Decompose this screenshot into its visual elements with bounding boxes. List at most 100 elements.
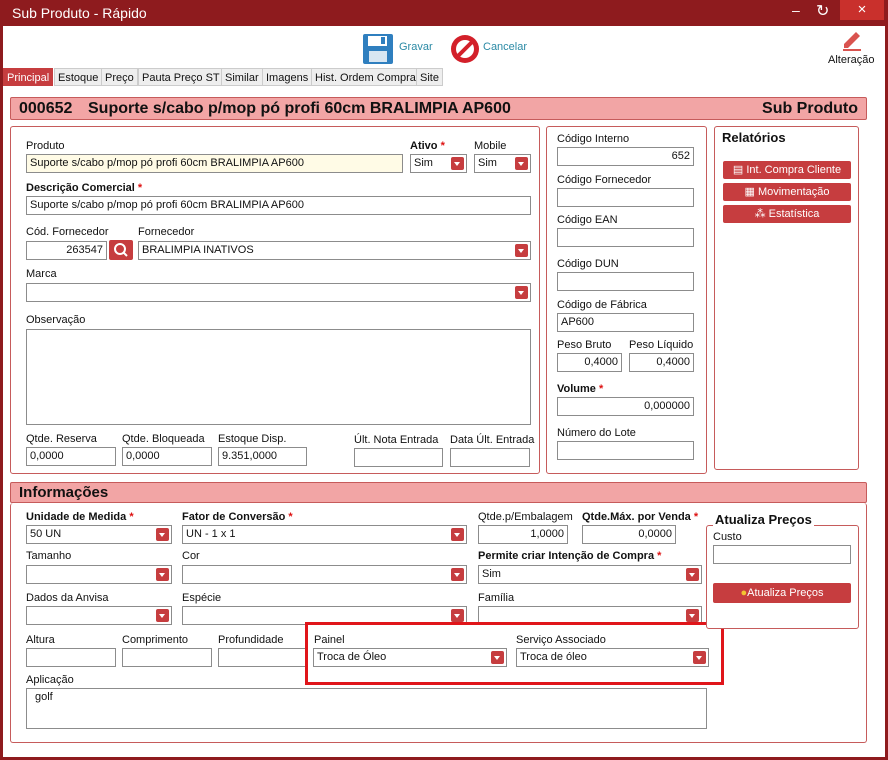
cancelar-label[interactable]: Cancelar — [483, 41, 527, 53]
observacao-textarea[interactable] — [26, 329, 531, 425]
chevron-down-icon — [686, 609, 699, 622]
ult-nota-input[interactable] — [354, 448, 443, 467]
aplicacao-textarea[interactable]: golf — [26, 688, 707, 729]
chevron-down-icon — [451, 528, 464, 541]
altura-input[interactable] — [26, 648, 116, 667]
painel-select[interactable]: Troca de Óleo — [313, 648, 507, 667]
numero-lote-label: Número do Lote — [557, 427, 636, 439]
peso-bruto-input[interactable]: 0,4000 — [557, 353, 622, 372]
cor-label: Cor — [182, 550, 200, 562]
chevron-down-icon — [156, 528, 169, 541]
tab-similar[interactable]: Similar — [221, 68, 263, 86]
familia-label: Família — [478, 592, 515, 604]
altura-label: Altura — [26, 634, 55, 646]
profundidade-input[interactable] — [218, 648, 308, 667]
codigo-fornecedor-input[interactable] — [557, 188, 694, 207]
produto-input[interactable]: Suporte s/cabo p/mop pó profi 60cm BRALI… — [26, 154, 403, 173]
fator-conversao-select[interactable]: UN - 1 x 1 — [182, 525, 467, 544]
cod-fornecedor-label: Cód. Fornecedor — [26, 226, 109, 238]
tab-principal[interactable]: Principal — [3, 68, 54, 86]
alteracao-label: Alteração — [828, 54, 875, 66]
peso-liquido-label: Peso Líquido — [629, 339, 694, 351]
movimentacao-button[interactable]: ▦ Movimentação — [723, 183, 851, 201]
codigo-interno-input[interactable]: 652 — [557, 147, 694, 166]
codigo-ean-input[interactable] — [557, 228, 694, 247]
chevron-down-icon — [693, 651, 706, 664]
minimize-icon[interactable]: – — [792, 2, 800, 18]
unidade-medida-select[interactable]: 50 UN — [26, 525, 172, 544]
descricao-label: Descrição Comercial * — [26, 182, 143, 194]
qtde-bloqueada-input[interactable]: 0,0000 — [122, 447, 212, 466]
tamanho-select[interactable] — [26, 565, 172, 584]
codigo-interno-label: Código Interno — [557, 133, 630, 145]
pencil-icon[interactable] — [840, 27, 864, 51]
search-icon — [114, 243, 128, 257]
chevron-down-icon — [451, 157, 464, 170]
refresh-icon[interactable]: ↻ — [816, 1, 829, 21]
data-ult-label: Data Últ. Entrada — [450, 434, 535, 446]
cancelar-button[interactable] — [449, 33, 481, 65]
numero-lote-input[interactable] — [557, 441, 694, 460]
descricao-input[interactable]: Suporte s/cabo p/mop pó profi 60cm BRALI… — [26, 196, 531, 215]
codigo-dun-input[interactable] — [557, 272, 694, 291]
servico-associado-select[interactable]: Troca de óleo — [516, 648, 709, 667]
servico-associado-label: Serviço Associado — [516, 634, 606, 646]
gravar-button[interactable] — [362, 33, 394, 65]
informacoes-header: Informações — [10, 482, 867, 503]
fator-conversao-label: Fator de Conversão * — [182, 511, 293, 523]
window-title: Sub Produto - Rápido — [12, 5, 147, 21]
codigo-fornecedor-label: Código Fornecedor — [557, 174, 652, 186]
tab-estoque[interactable]: Estoque — [54, 68, 103, 86]
fornecedor-label: Fornecedor — [138, 226, 195, 238]
codigo-fabrica-label: Código de Fábrica — [557, 299, 647, 311]
tab-hist-ordem-compra[interactable]: Hist. Ordem Compra — [311, 68, 420, 86]
ativo-label: Ativo * — [410, 140, 445, 152]
atualiza-precos-button[interactable]: ●Atualiza Preços — [713, 583, 851, 603]
comprimento-input[interactable] — [122, 648, 212, 667]
qtde-embalagem-input[interactable]: 1,0000 — [478, 525, 568, 544]
ativo-select[interactable]: Sim — [410, 154, 467, 173]
tab-imagens[interactable]: Imagens — [262, 68, 313, 86]
peso-bruto-label: Peso Bruto — [557, 339, 612, 351]
permite-intencao-select[interactable]: Sim — [478, 565, 702, 584]
fornecedor-select[interactable]: BRALIMPIA INATIVOS — [138, 241, 531, 260]
close-button[interactable]: × — [840, 0, 884, 20]
table-icon: ▦ — [744, 186, 758, 198]
mobile-select[interactable]: Sim — [474, 154, 531, 173]
volume-input[interactable]: 0,000000 — [557, 397, 694, 416]
tab-pauta-preco-st[interactable]: Pauta Preço ST — [138, 68, 224, 86]
chevron-down-icon — [451, 568, 464, 581]
qtde-max-venda-input[interactable]: 0,0000 — [582, 525, 676, 544]
chevron-down-icon — [515, 157, 528, 170]
title-bar: Sub Produto - Rápido – ↻ × — [0, 0, 888, 26]
cod-fornecedor-input[interactable]: 263547 — [26, 241, 107, 260]
atualiza-precos-title: Atualiza Preços — [713, 512, 814, 527]
codigo-fabrica-input[interactable]: AP600 — [557, 313, 694, 332]
qtde-reserva-input[interactable]: 0,0000 — [26, 447, 116, 466]
cor-select[interactable] — [182, 565, 467, 584]
produto-label: Produto — [26, 140, 65, 152]
peso-liquido-input[interactable]: 0,4000 — [629, 353, 694, 372]
product-name: Suporte s/cabo p/mop pó profi 60cm BRALI… — [88, 100, 511, 117]
search-fornecedor-button[interactable] — [109, 240, 133, 260]
custo-input[interactable] — [713, 545, 851, 564]
mobile-label: Mobile — [474, 140, 507, 152]
document-icon: ▤ — [732, 164, 747, 176]
chevron-down-icon — [156, 568, 169, 581]
gravar-label[interactable]: Gravar — [399, 41, 433, 53]
qtde-max-venda-label: Qtde.Máx. por Venda * — [582, 511, 699, 523]
marca-select[interactable] — [26, 283, 531, 302]
unidade-medida-label: Unidade de Medida * — [26, 511, 134, 523]
chevron-down-icon — [491, 651, 504, 664]
product-code: 000652 — [19, 100, 73, 117]
int-compra-cliente-button[interactable]: ▤ Int. Compra Cliente — [723, 161, 851, 179]
aplicacao-label: Aplicação — [26, 674, 74, 686]
estoque-disp-input[interactable]: 9.351,0000 — [218, 447, 307, 466]
estatistica-button[interactable]: ⁂ Estatística — [723, 205, 851, 223]
informacoes-title: Informações — [19, 484, 109, 501]
tab-preco[interactable]: Preço — [101, 68, 138, 86]
tab-site[interactable]: Site — [416, 68, 443, 86]
dados-anvisa-select[interactable] — [26, 606, 172, 625]
chevron-down-icon — [515, 286, 528, 299]
data-ult-input[interactable] — [450, 448, 530, 467]
